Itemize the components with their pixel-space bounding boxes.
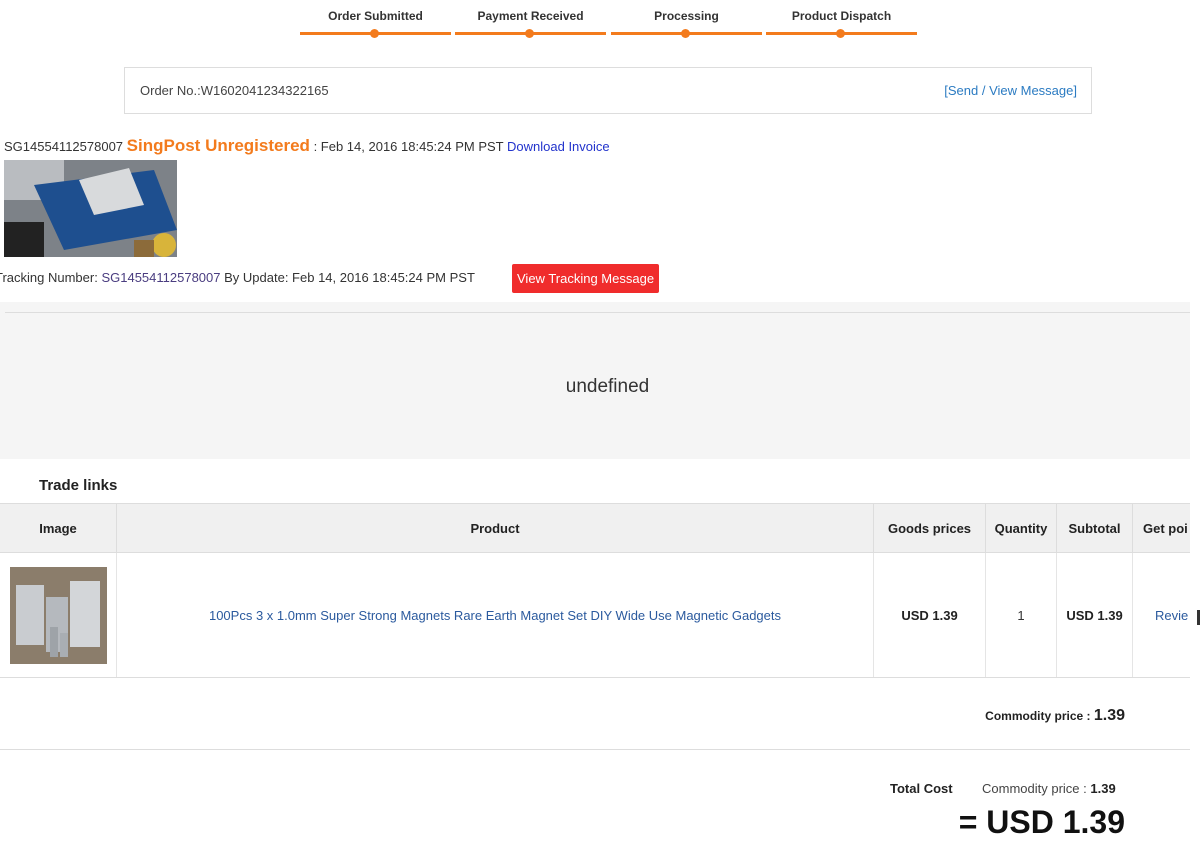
order-progress: Order Submitted Payment Received Process…	[300, 0, 920, 40]
header-image: Image	[0, 504, 117, 554]
product-image-cell	[0, 553, 117, 677]
step-label: Order Submitted	[328, 9, 423, 23]
trade-table: Image Product Goods prices Quantity Subt…	[0, 503, 1190, 678]
trade-links-title: Trade links	[39, 477, 118, 494]
total-cost-label: Total Cost	[890, 781, 953, 796]
step-label: Payment Received	[477, 9, 584, 23]
product-thumbnail[interactable]	[9, 566, 107, 664]
product-name-link[interactable]: 100Pcs 3 x 1.0mm Super Strong Magnets Ra…	[117, 553, 874, 677]
table-header: Image Product Goods prices Quantity Subt…	[0, 503, 1190, 554]
step-order-submitted: Order Submitted	[300, 0, 451, 40]
package-photo[interactable]	[4, 160, 177, 257]
total-commodity-value: 1.39	[1090, 781, 1116, 796]
step-label: Product Dispatch	[791, 9, 892, 23]
step-label: Processing	[654, 9, 719, 23]
shipment-info: SG14554112578007 SingPost Unregistered :…	[4, 136, 610, 156]
tracking-update: By Update: Feb 14, 2016 18:45:24 PM PST	[224, 270, 475, 285]
total-commodity-price: Commodity price : 1.39	[982, 781, 1116, 796]
commodity-price-label: Commodity price :	[985, 709, 1091, 723]
tracking-label: Tracking Number:	[0, 270, 98, 285]
subtotal-value: USD 1.39	[1057, 553, 1133, 677]
header-quantity: Quantity	[986, 504, 1057, 554]
table-row: 100Pcs 3 x 1.0mm Super Strong Magnets Ra…	[0, 553, 1190, 678]
tracking-info: Tracking Number: SG14554112578007 By Upd…	[0, 270, 475, 285]
download-invoice-link[interactable]: Download Invoice	[507, 139, 610, 154]
order-number-value: W1602041234322165	[200, 83, 329, 98]
divider	[0, 749, 1190, 750]
grand-total: = USD 1.39	[958, 804, 1125, 840]
goods-price: USD 1.39	[874, 553, 986, 677]
send-view-message-link[interactable]: [Send / View Message]	[944, 83, 1077, 98]
header-goods-prices: Goods prices	[874, 504, 986, 554]
step-dot	[525, 29, 534, 38]
panel-text: undefined	[565, 376, 650, 397]
step-dot	[836, 29, 845, 38]
commodity-price-value: 1.39	[1093, 707, 1125, 724]
view-tracking-message-button[interactable]: View Tracking Message	[512, 264, 660, 293]
step-processing: Processing	[611, 0, 762, 40]
header-get-points: Get poi	[1143, 521, 1188, 536]
step-dot	[370, 29, 379, 38]
order-number: Order No.:W1602041234322165	[140, 83, 329, 98]
header-subtotal: Subtotal	[1057, 504, 1133, 554]
shipment-date: : Feb 14, 2016 18:45:24 PM PST	[313, 139, 504, 154]
shipment-id: SG14554112578007	[4, 139, 124, 154]
tracking-number[interactable]: SG14554112578007	[101, 270, 220, 285]
step-payment-received: Payment Received	[455, 0, 606, 40]
order-info-box: Order No.:W1602041234322165 [Send / View…	[124, 67, 1092, 114]
commodity-price: Commodity price : 1.39	[985, 707, 1125, 725]
review-link[interactable]: Revie	[1133, 553, 1190, 677]
step-product-dispatch: Product Dispatch	[766, 0, 917, 40]
header-product: Product	[117, 504, 874, 554]
quantity-value: 1	[986, 553, 1057, 677]
total-commodity-label: Commodity price :	[982, 781, 1087, 796]
tracking-panel: undefined	[0, 302, 1190, 459]
step-dot	[681, 29, 690, 38]
carrier-name: SingPost Unregistered	[126, 136, 310, 155]
divider	[5, 312, 1190, 313]
order-number-label: Order No.:	[140, 83, 201, 98]
